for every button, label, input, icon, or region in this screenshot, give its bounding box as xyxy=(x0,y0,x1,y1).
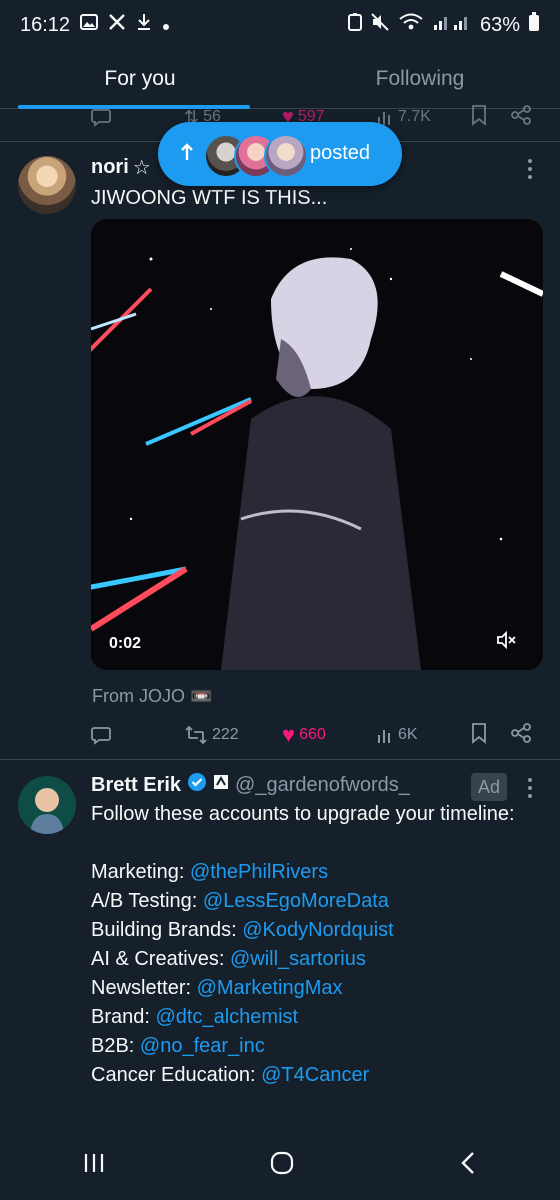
author-row: nori ☆ xyxy=(91,155,151,180)
home-button[interactable] xyxy=(269,1150,295,1181)
account-handle-link[interactable]: @KodyNordquist xyxy=(242,919,393,941)
more-notifications-dot-icon xyxy=(162,14,170,37)
post-actions: 222 ♥ 660 6K xyxy=(90,722,540,748)
share-icon xyxy=(511,104,531,125)
views-button[interactable]: 6K xyxy=(376,726,418,744)
home-icon xyxy=(270,1151,294,1174)
account-list-item: Cancer Education: @T4Cancer xyxy=(91,1061,531,1090)
system-nav-bar xyxy=(0,1130,560,1200)
video-frame xyxy=(91,219,543,670)
author-handle[interactable]: @_gardenofwords_ xyxy=(235,774,410,797)
download-icon xyxy=(136,13,152,37)
verified-badge-icon xyxy=(187,772,207,798)
status-time: 16:12 xyxy=(20,13,71,36)
account-list-item: A/B Testing: @LessEgoMoreData xyxy=(91,887,531,916)
account-list-item: Building Brands: @KodyNordquist xyxy=(91,916,531,945)
account-topic-label: AI & Creatives: xyxy=(91,948,225,970)
account-topic-label: Newsletter: xyxy=(91,977,192,999)
account-topic-label: A/B Testing: xyxy=(91,890,198,912)
reply-button[interactable] xyxy=(90,106,112,128)
affiliate-badge-icon xyxy=(213,773,229,797)
mute-video-icon[interactable] xyxy=(495,629,517,656)
new-posts-pill[interactable]: posted xyxy=(158,122,402,186)
bookmark-button[interactable] xyxy=(470,104,488,131)
post-text: JIWOONG WTF IS THIS... xyxy=(91,187,328,209)
recent-apps-button[interactable] xyxy=(82,1151,106,1180)
account-list-item: Marketing: @thePhilRivers xyxy=(91,858,531,887)
gallery-notification-icon xyxy=(80,13,99,37)
retweet-button[interactable]: 222 xyxy=(184,724,239,746)
reply-icon xyxy=(91,727,111,745)
recent-apps-icon xyxy=(84,1153,103,1172)
tab-following-label: Following xyxy=(375,67,465,90)
reply-button[interactable] xyxy=(90,724,112,746)
avatar[interactable] xyxy=(18,156,76,214)
like-button[interactable]: ♥ 660 xyxy=(282,722,326,748)
avatar[interactable] xyxy=(18,776,76,834)
views-icon xyxy=(378,730,390,743)
bookmark-icon xyxy=(472,722,486,744)
battery-percent: 63% xyxy=(479,13,520,36)
status-bar: 16:12 63% xyxy=(0,0,560,50)
retweet-icon xyxy=(185,725,207,745)
account-topic-label: B2B: xyxy=(91,1035,135,1057)
account-topic-label: Building Brands: xyxy=(91,919,237,941)
share-icon xyxy=(511,722,531,743)
battery-icon xyxy=(528,12,540,38)
account-topic-label: Cancer Education: xyxy=(91,1064,256,1086)
bookmark-icon xyxy=(472,104,486,126)
arrow-up-icon xyxy=(180,142,194,167)
back-icon xyxy=(461,1151,475,1174)
more-options-icon[interactable] xyxy=(527,158,533,185)
account-handle-link[interactable]: @T4Cancer xyxy=(261,1064,369,1086)
tab-following[interactable]: Following xyxy=(280,50,560,108)
author-name[interactable]: Brett Erik xyxy=(91,774,181,797)
x-notification-icon xyxy=(108,13,126,37)
views-count: 7.7K xyxy=(398,108,431,125)
post-body: Follow these accounts to upgrade your ti… xyxy=(91,800,531,1090)
account-topic-label: Brand: xyxy=(91,1006,150,1028)
account-list-item: AI & Creatives: @will_sartorius xyxy=(91,945,531,974)
account-list-item: Newsletter: @MarketingMax xyxy=(91,974,531,1003)
heart-filled-icon: ♥ xyxy=(282,722,296,747)
views-count: 6K xyxy=(398,726,418,743)
back-button[interactable] xyxy=(458,1150,478,1181)
retweet-count: 222 xyxy=(212,726,239,743)
tab-for-you-label: For you xyxy=(104,67,176,90)
video-player[interactable]: 0:02 xyxy=(91,219,543,670)
pill-label: posted xyxy=(310,142,371,164)
ad-intro-text: Follow these accounts to upgrade your ti… xyxy=(91,803,515,825)
post-divider xyxy=(0,759,560,760)
star-badge: ☆ xyxy=(132,157,151,179)
ad-label: Ad xyxy=(471,773,507,801)
account-handle-link[interactable]: @LessEgoMoreData xyxy=(203,890,389,912)
like-count: 660 xyxy=(299,726,326,743)
account-list: Marketing: @thePhilRivers A/B Testing: @L… xyxy=(91,858,531,1090)
account-handle-link[interactable]: @dtc_alchemist xyxy=(156,1006,299,1028)
account-handle-link[interactable]: @MarketingMax xyxy=(197,977,343,999)
video-timestamp: 0:02 xyxy=(109,635,142,652)
author-row: Brett Erik @_gardenofwords_ xyxy=(91,772,410,798)
wifi-icon xyxy=(398,12,424,38)
share-button[interactable] xyxy=(510,722,532,749)
views-button[interactable]: 7.7K xyxy=(376,108,431,126)
video-caption: From JOJO 📼 xyxy=(92,686,213,706)
account-handle-link[interactable]: @thePhilRivers xyxy=(190,861,328,883)
pill-avatar xyxy=(264,134,308,178)
account-topic-label: Marketing: xyxy=(91,861,185,883)
share-button[interactable] xyxy=(510,104,532,131)
account-handle-link[interactable]: @no_fear_inc xyxy=(140,1035,265,1057)
signal-icon xyxy=(432,12,472,38)
timeline-tabs: For you Following xyxy=(0,50,560,109)
tab-for-you[interactable]: For you xyxy=(0,50,280,109)
account-handle-link[interactable]: @will_sartorius xyxy=(230,948,366,970)
mute-icon xyxy=(370,12,390,38)
reply-icon xyxy=(91,109,111,127)
nfc-icon xyxy=(347,12,362,38)
account-list-item: Brand: @dtc_alchemist xyxy=(91,1003,531,1032)
account-list-item: B2B: @no_fear_inc xyxy=(91,1032,531,1061)
bookmark-button[interactable] xyxy=(470,722,488,749)
author-name[interactable]: nori xyxy=(91,156,129,179)
